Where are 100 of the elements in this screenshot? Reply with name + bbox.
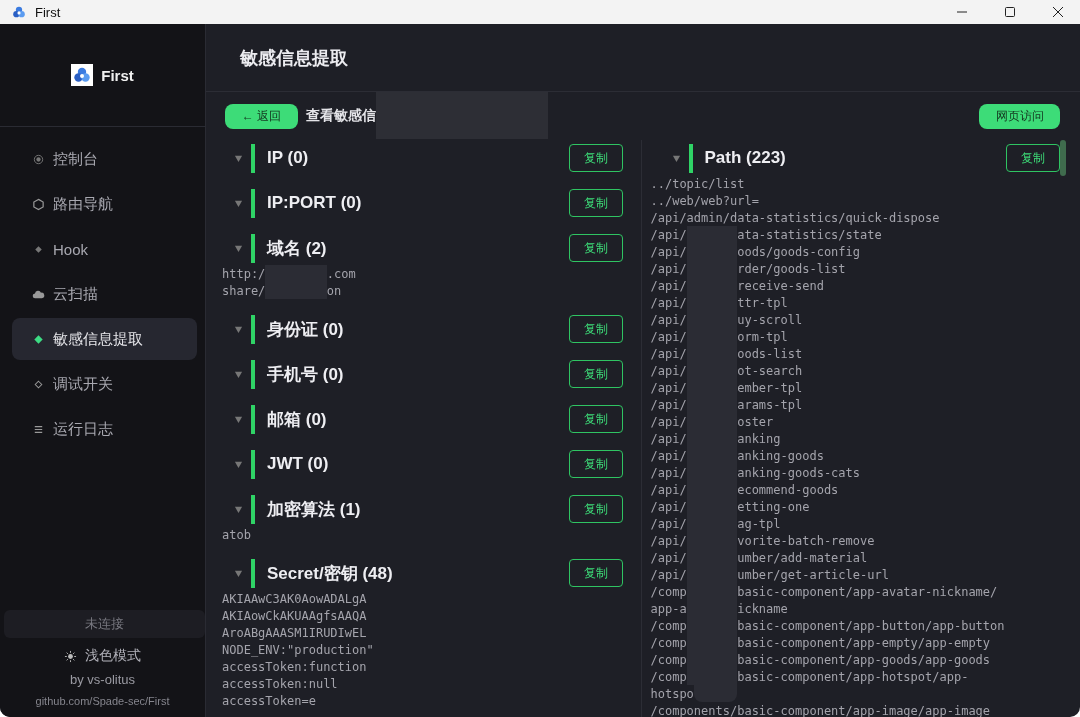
nav-item[interactable]: 运行日志 [12, 408, 197, 450]
result-text: accessToken=e [222, 693, 316, 708]
section-title: 邮箱 (0) [267, 408, 327, 431]
section-title: 域名 (2) [267, 237, 327, 260]
section-title: Path (223) [704, 148, 786, 168]
accent-bar [251, 143, 255, 173]
accent-bar [251, 404, 255, 434]
nav-item[interactable]: 控制台 [12, 138, 197, 180]
result-text: /components/basic-component/app-image/app-image [650, 703, 991, 717]
result-text: /api/ [650, 380, 687, 395]
diamond-outline-icon [32, 377, 45, 391]
result-text: AroABgAAASM1IRUDIwEL [222, 625, 367, 640]
nav-item[interactable]: 路由导航 [12, 183, 197, 225]
caret-icon[interactable] [234, 459, 243, 469]
accent-bar [251, 494, 255, 524]
result-text: basic-component/app-empty/app-empty [737, 635, 991, 650]
result-text: oods/goods-config [737, 244, 860, 259]
accent-bar [251, 233, 255, 263]
copy-button[interactable]: 复制 [568, 360, 623, 388]
app-logo-icon [12, 5, 26, 19]
caret-icon[interactable] [671, 153, 681, 163]
result-text: basic-component/app-button/app-button [737, 618, 1005, 633]
nav-item[interactable]: 云扫描 [12, 273, 197, 315]
result-text: vorite-batch-remove [737, 533, 875, 548]
result-text: /api/ [650, 465, 687, 480]
copy-button[interactable]: 复制 [568, 405, 623, 433]
result-text: /api/ [650, 482, 687, 497]
result-text: ../web/web?url= [650, 193, 759, 208]
result-text: /api/ [650, 312, 687, 327]
accent-bar [688, 143, 693, 173]
caret-icon[interactable] [234, 504, 243, 514]
result-text: /api/ [650, 448, 687, 463]
result-text: /comp [650, 652, 687, 667]
result-text: /api/ [650, 550, 687, 565]
copy-button[interactable]: 复制 [568, 234, 623, 262]
nav-item[interactable]: 敏感信息提取 [12, 318, 197, 360]
result-text: orm-tpl [737, 329, 788, 344]
copy-button[interactable]: 复制 [568, 144, 623, 172]
result-text: ot-search [737, 363, 803, 378]
copy-button[interactable]: 复制 [568, 315, 623, 343]
result-text: /comp [650, 584, 687, 599]
copy-button[interactable]: 复制 [568, 495, 623, 523]
result-text: ickname [737, 601, 788, 616]
accent-bar [251, 314, 255, 344]
nav-item[interactable]: 调试开关 [12, 363, 197, 405]
result-text: arams-tpl [737, 397, 803, 412]
result-text: http:/ [222, 266, 266, 281]
repo-link[interactable]: github.com/Spade-sec/First [35, 695, 170, 707]
result-text: /api/ [650, 278, 687, 293]
copy-button[interactable]: 复制 [568, 450, 623, 478]
result-text: /comp [650, 669, 687, 684]
result-text: umber/add-material [737, 550, 868, 565]
close-icon[interactable] [1052, 6, 1064, 18]
result-text: ag-tpl [737, 516, 781, 531]
section-title: IP:PORT (0) [267, 193, 362, 213]
result-text: ttr-tpl [737, 295, 788, 310]
caret-icon[interactable] [234, 414, 243, 424]
result-text: accessToken:null [222, 676, 338, 691]
maximize-icon[interactable] [1004, 6, 1016, 18]
result-text: /api/ [650, 295, 687, 310]
result-text: NODE_ENV:"production" [222, 642, 374, 657]
sun-icon [64, 649, 77, 663]
result-text: /api/admin/data-statistics/quick-dispose [650, 210, 940, 225]
theme-toggle[interactable]: 浅色模式 [64, 647, 141, 665]
result-text: oster [737, 414, 774, 429]
result-text: /api/ [650, 516, 687, 531]
scrollbar-thumb[interactable] [1060, 140, 1066, 176]
section-title: Secret/密钥 (48) [267, 562, 393, 585]
result-text: app-a [650, 601, 687, 616]
result-text: /comp [650, 635, 687, 650]
result-text: /api/ [650, 499, 687, 514]
result-text: /api/ [650, 363, 687, 378]
result-text: anking-goods [737, 448, 824, 463]
result-text: /comp [650, 618, 687, 633]
result-text: umber/get-article-url [737, 567, 889, 582]
result-text: rder/goods-list [737, 261, 846, 276]
caret-icon[interactable] [234, 568, 243, 578]
caret-icon[interactable] [234, 324, 243, 334]
result-text: share/ [222, 283, 266, 298]
window-title: First [35, 4, 61, 20]
caret-icon[interactable] [234, 153, 243, 163]
radio-dot-icon [32, 152, 45, 166]
caret-icon[interactable] [234, 243, 243, 253]
hexagon-icon [32, 197, 45, 211]
nav-item[interactable]: Hook [12, 228, 197, 270]
author-credit: by vs-olitus [70, 672, 135, 687]
result-text: uy-scroll [737, 312, 803, 327]
copy-button[interactable]: 复制 [568, 559, 623, 587]
brand-name: First [101, 66, 134, 84]
visit-webpage-button[interactable]: 网页访问 [979, 103, 1060, 129]
caret-icon[interactable] [234, 369, 243, 379]
accent-bar [251, 359, 255, 389]
copy-button[interactable]: 复制 [568, 189, 623, 217]
result-text: .com [326, 266, 356, 281]
result-text: /api/ [650, 431, 687, 446]
section-title: 手机号 (0) [267, 363, 344, 386]
caret-icon[interactable] [234, 198, 243, 208]
result-text: anking [737, 431, 781, 446]
back-button[interactable]: ← 返回 [225, 103, 298, 129]
section-title: 加密算法 (1) [267, 498, 361, 521]
